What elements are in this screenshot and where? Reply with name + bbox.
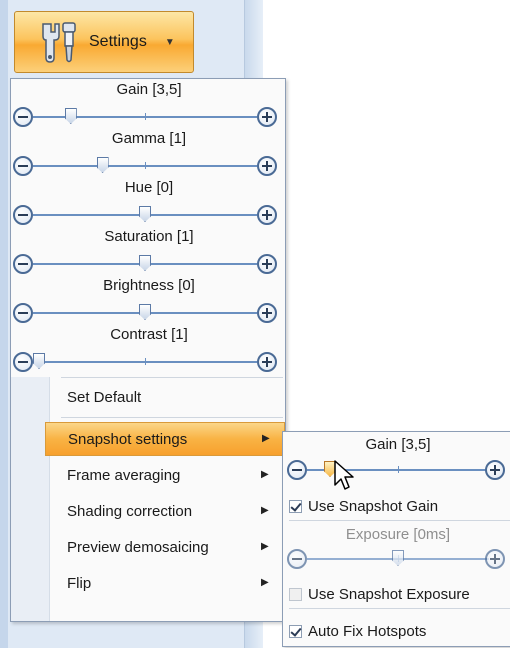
settings-dropdown-menu: Gain [3,5] Gamma [1] Hue [0] Saturation [1]… (10, 78, 286, 622)
use-snapshot-exposure-option[interactable]: Use Snapshot Exposure (289, 582, 470, 606)
slider-thumb[interactable] (96, 157, 109, 173)
slider-thumb[interactable] (139, 304, 151, 320)
chevron-down-icon[interactable]: ▼ (165, 37, 175, 48)
snapshot-settings-submenu: Gain [3,5] Use Snapshot Gain Exposure [0… (282, 431, 510, 647)
submenu-arrow-icon: ▶ (261, 505, 269, 516)
slider-decrease-button[interactable] (13, 254, 33, 274)
settings-label: Settings (89, 33, 147, 50)
menu-item[interactable]: Set Default (11, 381, 287, 415)
menu-item-label: Snapshot settings (68, 431, 188, 448)
snapshot-gain-tick (398, 466, 399, 473)
slider-decrease-button[interactable] (13, 156, 33, 176)
menu-item[interactable]: Frame averaging ▶ (11, 459, 287, 493)
snapshot-gain-increase-button[interactable] (485, 460, 505, 480)
ribbon-left-edge (0, 0, 8, 648)
auto-fix-hotspots-checkbox[interactable] (289, 624, 302, 638)
use-snapshot-gain-option[interactable]: Use Snapshot Gain (289, 494, 438, 518)
snapshot-gain-decrease-button[interactable] (287, 460, 307, 480)
slider-thumb[interactable] (64, 108, 77, 124)
slider-label: Gain [3,5] (116, 81, 182, 98)
snapshot-exposure-increase-button[interactable] (485, 549, 505, 569)
slider-increase-button[interactable] (257, 107, 277, 127)
slider-thumb[interactable] (33, 353, 45, 369)
submenu-arrow-icon: ▶ (262, 433, 270, 444)
slider-center-tick (145, 162, 146, 169)
slider-thumb[interactable] (139, 255, 151, 271)
slider-center-tick (145, 358, 146, 365)
slider-increase-button[interactable] (257, 352, 277, 372)
settings-button[interactable]: Settings ▼ (14, 11, 194, 73)
use-snapshot-exposure-checkbox[interactable] (289, 587, 302, 601)
slider-label: Gamma [1] (111, 130, 187, 147)
snapshot-exposure-decrease-button[interactable] (287, 549, 307, 569)
menu-item[interactable]: Snapshot settings ▶ (45, 422, 285, 456)
auto-fix-hotspots-option[interactable]: Auto Fix Hotspots (289, 619, 426, 643)
slider-label: Contrast [1] (110, 326, 188, 343)
slider-label: Saturation [1] (104, 228, 194, 245)
mouse-cursor-icon (334, 460, 354, 490)
slider-increase-button[interactable] (257, 303, 277, 323)
menu-separator (61, 377, 283, 378)
slider-decrease-button[interactable] (13, 303, 33, 323)
slider-decrease-button[interactable] (13, 352, 33, 372)
menu-item-label: Preview demosaicing (67, 539, 209, 556)
slider-increase-button[interactable] (257, 205, 277, 225)
snapshot-gain-label: Gain [3,5] (365, 436, 431, 453)
menu-separator (61, 417, 283, 418)
menu-item[interactable]: Flip ▶ (11, 567, 287, 601)
submenu-separator (289, 608, 510, 609)
slider-decrease-button[interactable] (13, 205, 33, 225)
slider-label: Brightness [0] (103, 277, 195, 294)
menu-item-label: Set Default (67, 389, 142, 406)
submenu-arrow-icon: ▶ (261, 469, 269, 480)
menu-item[interactable]: Shading correction ▶ (11, 495, 287, 529)
snapshot-exposure-label: Exposure [0ms] (345, 526, 451, 543)
wrench-screwdriver-icon (42, 22, 76, 63)
submenu-arrow-icon: ▶ (261, 577, 269, 588)
slider-increase-button[interactable] (257, 254, 277, 274)
use-snapshot-exposure-label: Use Snapshot Exposure (308, 585, 470, 603)
submenu-separator (289, 520, 510, 521)
menu-item-label: Shading correction (67, 503, 193, 520)
auto-fix-hotspots-label: Auto Fix Hotspots (308, 622, 427, 640)
slider-decrease-button[interactable] (13, 107, 33, 127)
snapshot-exposure-thumb[interactable] (392, 550, 404, 566)
slider-thumb[interactable] (139, 206, 151, 222)
slider-center-tick (145, 113, 146, 120)
menu-item-label: Frame averaging (67, 467, 181, 484)
menu-item[interactable]: Preview demosaicing ▶ (11, 531, 287, 565)
menu-item-label: Flip (67, 575, 92, 592)
use-snapshot-gain-label: Use Snapshot Gain (308, 497, 439, 515)
use-snapshot-gain-checkbox[interactable] (289, 499, 302, 513)
slider-label: Hue [0] (124, 179, 174, 196)
submenu-arrow-icon: ▶ (261, 541, 269, 552)
slider-increase-button[interactable] (257, 156, 277, 176)
